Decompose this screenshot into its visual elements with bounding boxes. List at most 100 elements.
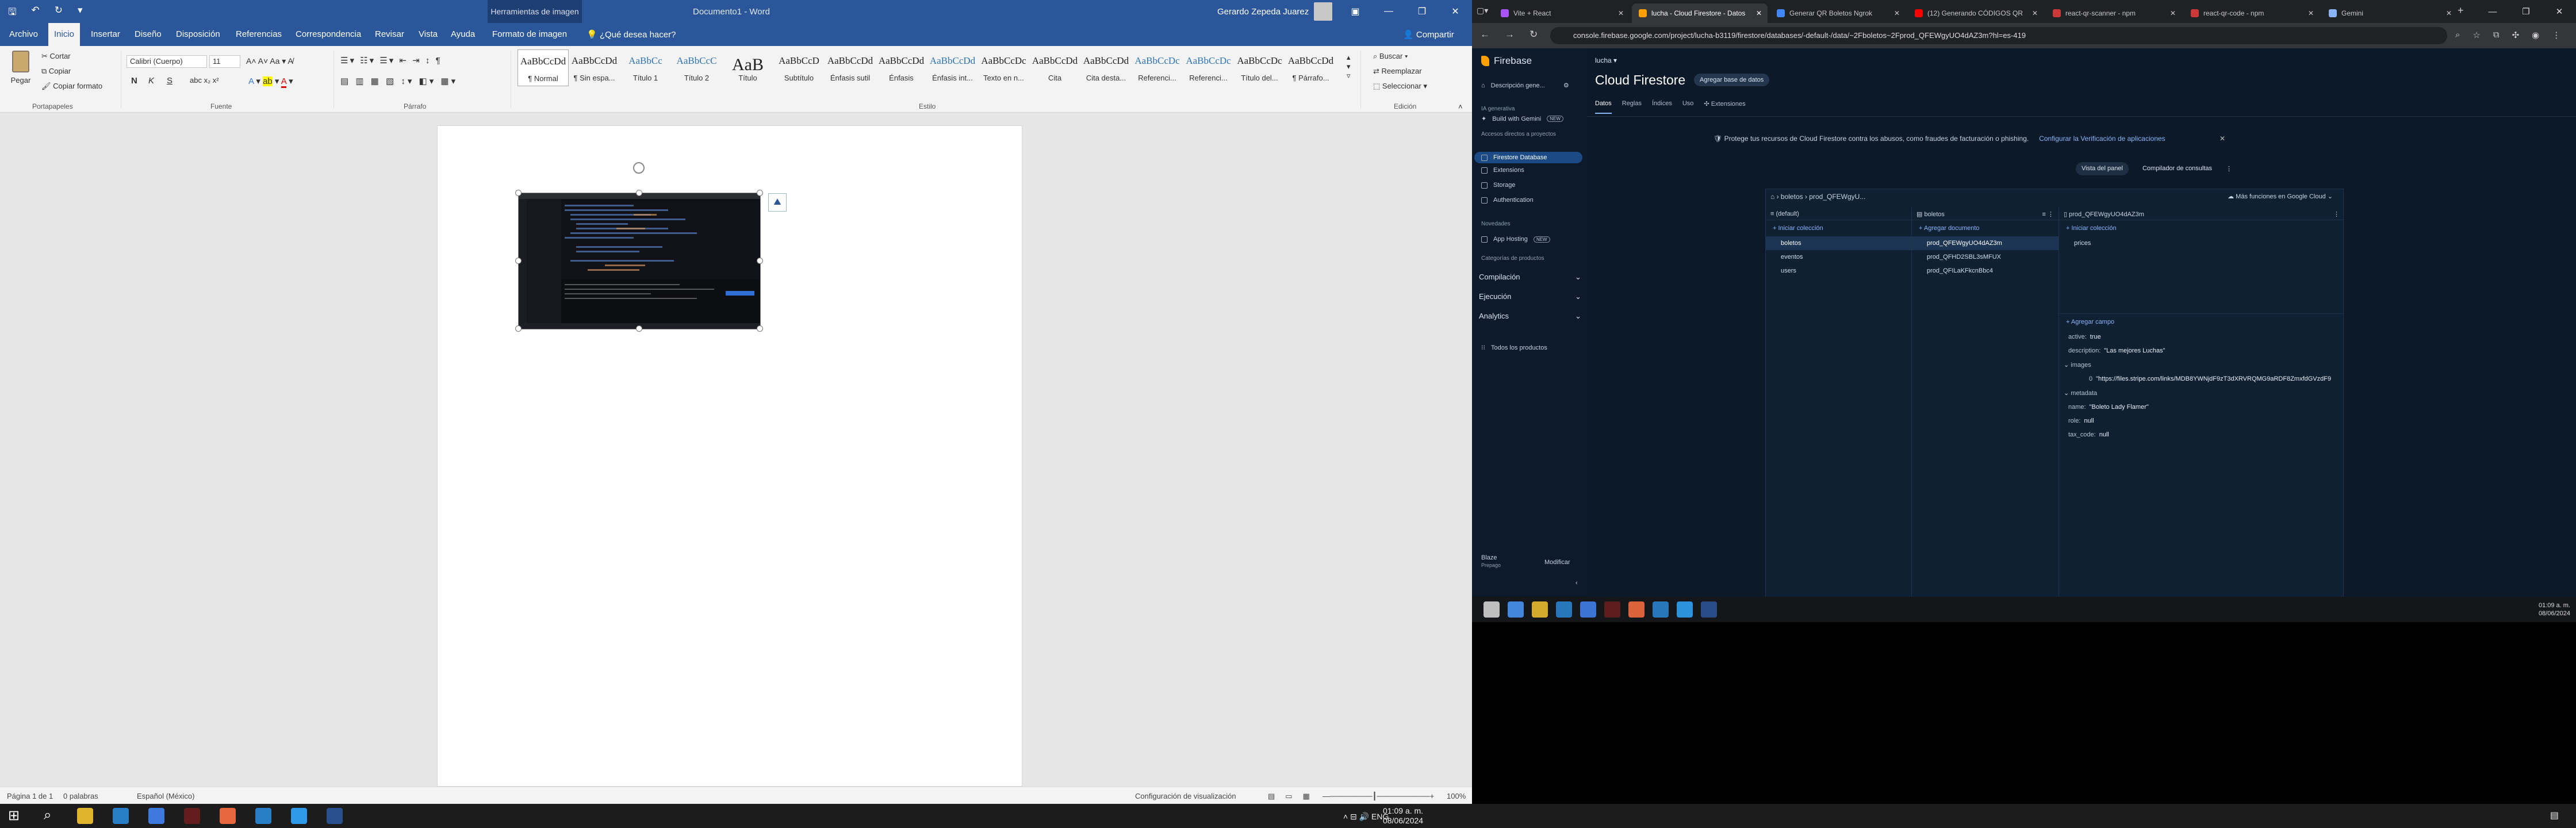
- user-name[interactable]: Gerardo Zepeda Juarez: [1217, 7, 1309, 17]
- tab-revisar[interactable]: Revisar: [369, 23, 410, 46]
- taskbar-app-icon[interactable]: [1604, 601, 1620, 618]
- save-icon[interactable]: 🖫: [8, 5, 16, 21]
- style-item[interactable]: AaBbCcC Título 2: [671, 49, 722, 86]
- project-overview-link[interactable]: ⌂ Descripción gene... ⚙: [1481, 82, 1569, 90]
- maximize-button[interactable]: ❐: [1405, 0, 1439, 23]
- add-database-button[interactable]: Agregar base de datos: [1694, 74, 1770, 86]
- italic-button[interactable]: K: [148, 76, 154, 86]
- resize-handle[interactable]: [757, 325, 763, 332]
- undo-icon[interactable]: ↶: [31, 5, 39, 21]
- style-item[interactable]: AaB Título: [722, 49, 773, 86]
- browser-tab[interactable]: Generar QR Boletos Ngrok ✕: [1770, 3, 1906, 23]
- field-row[interactable]: 0 "https://files.stripe.com/links/MDB8YWN…: [2061, 372, 2344, 386]
- display-settings[interactable]: Configuración de visualización: [1135, 792, 1236, 800]
- style-item[interactable]: AaBbCcDc Título del...: [1234, 49, 1285, 86]
- field-row[interactable]: description: "Las mejores Luchas": [2061, 344, 2344, 358]
- field-row[interactable]: ⌄ metadata: [2061, 386, 2344, 400]
- alignment-icons[interactable]: ▤ ▥ ▦ ▧ ↕▾ ◧▾ ▦▾: [340, 76, 458, 86]
- style-item[interactable]: AaBbCcDd ¶ Párrafo...: [1285, 49, 1336, 86]
- filter-icon[interactable]: ≡ ⋮: [2042, 210, 2054, 218]
- close-button[interactable]: ✕: [1439, 0, 1472, 23]
- bookmark-star-icon[interactable]: ☆: [2472, 30, 2480, 40]
- close-tab-icon[interactable]: ✕: [1894, 9, 1900, 17]
- zoom-slider[interactable]: —────────┃──────────+: [1322, 792, 1434, 801]
- modify-plan-button[interactable]: Modificar: [1544, 559, 1570, 566]
- tab-insertar[interactable]: Insertar: [85, 23, 126, 46]
- style-item[interactable]: AaBbCc Título 1: [620, 49, 671, 86]
- resize-handle[interactable]: [636, 325, 642, 332]
- tab-uso[interactable]: Uso: [1682, 100, 1694, 114]
- resize-handle[interactable]: [515, 325, 522, 332]
- list-item[interactable]: users: [1766, 264, 1911, 278]
- tell-me-search[interactable]: 💡 ¿Qué desea hacer?: [586, 29, 676, 40]
- breadcrumb-item[interactable]: boletos: [1781, 193, 1803, 201]
- taskbar-app-icon[interactable]: [1508, 601, 1524, 618]
- close-tab-icon[interactable]: ✕: [2308, 9, 2314, 17]
- expander-build[interactable]: Compilación ⌄: [1479, 273, 1581, 282]
- gear-icon[interactable]: ⚙: [1563, 82, 1569, 89]
- ribbon-display-icon[interactable]: ▣: [1339, 0, 1372, 23]
- collapse-ribbon-icon[interactable]: ˄: [1458, 102, 1463, 111]
- rotate-handle-icon[interactable]: [633, 162, 645, 174]
- browser-tab[interactable]: Gemini ✕: [2322, 3, 2458, 23]
- maximize-button[interactable]: ❐: [2509, 0, 2543, 23]
- browser-tab[interactable]: (12) Generando CÓDIGOS QR ✕: [1908, 3, 2044, 23]
- start-subcollection-button[interactable]: + Iniciar colección: [2059, 220, 2344, 236]
- start-collection-button[interactable]: + Iniciar colección: [1766, 220, 1911, 236]
- system-clock[interactable]: 01:09 a. m. 08/06/2024: [1383, 806, 1423, 826]
- grow-shrink-font-icons[interactable]: A˄ A˅ Aa ▾ A̸: [246, 56, 293, 66]
- sidebar-item-extensions[interactable]: Extensions: [1481, 167, 1524, 174]
- chevron-down-icon[interactable]: ⌄: [2064, 390, 2071, 397]
- style-item[interactable]: AaBbCcDd Cita desta...: [1080, 49, 1132, 86]
- inserted-screenshot-image[interactable]: [518, 193, 761, 329]
- resize-handle[interactable]: [757, 190, 763, 196]
- style-item[interactable]: AaBbCcDc Referenci...: [1183, 49, 1234, 86]
- style-item[interactable]: AaBbCcDd ¶ Normal: [518, 49, 569, 86]
- field-row[interactable]: tax_code: null: [2061, 428, 2344, 442]
- redo-icon[interactable]: ↻: [55, 5, 63, 21]
- language-status[interactable]: Español (México): [137, 792, 194, 800]
- paste-button[interactable]: Pegar: [8, 51, 33, 93]
- taskbar-app-icon[interactable]: [1701, 601, 1717, 618]
- browser-tab[interactable]: Vite + React ✕: [1494, 3, 1630, 23]
- taskbar-app-icon[interactable]: [1532, 601, 1548, 618]
- extension-icon[interactable]: ⧉: [2493, 30, 2500, 40]
- chevron-down-icon[interactable]: ⌄: [2064, 362, 2071, 369]
- tab-ayuda[interactable]: Ayuda: [445, 23, 481, 46]
- start-icon[interactable]: ⊞: [8, 807, 20, 824]
- build-with-gemini-link[interactable]: ✦ Build with Gemini NEW: [1481, 115, 1563, 122]
- address-bar[interactable]: console.firebase.google.com/project/luch…: [1550, 27, 2447, 44]
- layout-options-button[interactable]: ⛰: [768, 193, 787, 212]
- page-count[interactable]: Página 1 de 1: [7, 792, 53, 800]
- style-item[interactable]: AaBbCcDd Énfasis sutil: [825, 49, 876, 86]
- expander-run[interactable]: Ejecución ⌄: [1479, 292, 1581, 301]
- taskbar-app-icon[interactable]: [1556, 601, 1572, 618]
- menu-icon[interactable]: ⋮: [2552, 30, 2560, 40]
- style-item[interactable]: AaBbCcDd Énfasis: [876, 49, 927, 86]
- sidebar-item-firestore[interactable]: Firestore Database: [1474, 152, 1582, 163]
- taskbar-app-icon[interactable]: [1677, 601, 1693, 618]
- more-options-icon[interactable]: ⋮: [2333, 210, 2340, 218]
- reload-icon[interactable]: ↻: [1529, 29, 1538, 40]
- all-products-link[interactable]: ⁝⁝ Todos los productos: [1481, 344, 1547, 352]
- browser-tab[interactable]: react-qr-scanner - npm ✕: [2046, 3, 2182, 23]
- word-count[interactable]: 0 palabras: [63, 792, 98, 800]
- copy-button[interactable]: ⧉ Copiar: [41, 67, 71, 76]
- format-painter-button[interactable]: 🖌 Copiar formato: [41, 82, 102, 91]
- notification-icon[interactable]: ▤: [2550, 810, 2559, 821]
- style-item[interactable]: AaBbCcDc Texto en n...: [978, 49, 1029, 86]
- tab-archivo[interactable]: Archivo: [3, 23, 44, 46]
- tab-referencias[interactable]: Referencias: [230, 23, 288, 46]
- subcollection-item[interactable]: prices: [2059, 236, 2344, 250]
- resize-handle[interactable]: [515, 190, 522, 196]
- new-tab-icon[interactable]: +: [2458, 5, 2464, 17]
- avatar[interactable]: [1314, 2, 1332, 21]
- close-tab-icon[interactable]: ✕: [2446, 9, 2452, 17]
- forward-icon[interactable]: →: [1505, 29, 1515, 40]
- style-item[interactable]: AaBbCcDd ¶ Sin espa...: [569, 49, 620, 86]
- extensions-puzzle-icon[interactable]: ✣: [2512, 30, 2520, 40]
- collapse-sidebar-icon[interactable]: ‹: [1575, 580, 1578, 586]
- tray-icons[interactable]: ˄ ⊟ 🔊 ENG: [1343, 812, 1389, 822]
- tab-reglas[interactable]: Reglas: [1622, 100, 1642, 114]
- firebase-logo[interactable]: Firebase: [1481, 55, 1532, 67]
